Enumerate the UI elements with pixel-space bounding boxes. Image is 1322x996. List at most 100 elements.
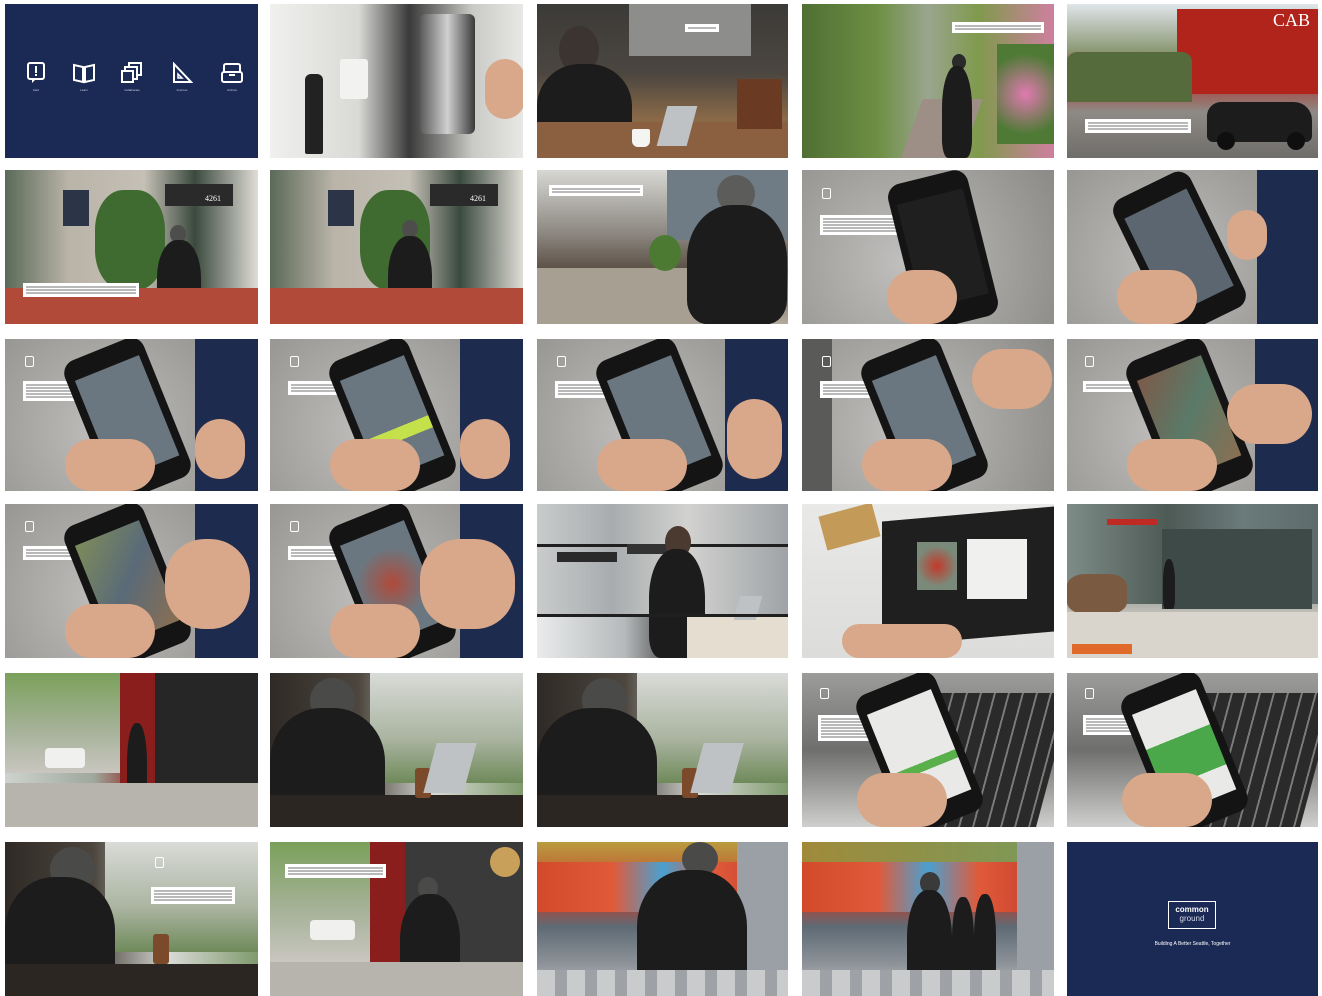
caption: [151, 887, 235, 904]
awning: [430, 184, 498, 206]
building-number: 4261: [470, 194, 486, 203]
photo-crosswalk-2: [802, 842, 1054, 996]
notice-sign: [63, 190, 89, 226]
hand: [862, 439, 952, 491]
photo-laptop-screen: [802, 504, 1054, 658]
shrub: [649, 235, 681, 271]
learn-icon: [290, 356, 299, 367]
title-icon-row: Alert Learn Collaborate Improve Archive: [5, 62, 258, 102]
crosswalk-stripes: [802, 970, 1054, 996]
photo-phone-keyboard-1: [802, 673, 1054, 827]
archive-icon: [221, 63, 243, 83]
tagline: Building A Better Seattle, Together: [1154, 941, 1231, 947]
sidewalk: [270, 962, 523, 996]
hand: [165, 539, 250, 629]
french-press: [420, 14, 475, 134]
caption: [685, 24, 719, 32]
collaborate-icon: [1085, 356, 1094, 367]
caption: [549, 185, 643, 196]
title-slide: Alert Learn Collaborate Improve Archive: [5, 4, 258, 158]
photo-man-laptop-cafe: [537, 4, 788, 158]
hand: [65, 604, 155, 658]
mug: [632, 129, 650, 147]
lamp: [490, 847, 520, 877]
photo-phone-learn-2: [537, 339, 788, 491]
jacket: [1257, 170, 1318, 324]
hedge: [1067, 52, 1192, 102]
learn-label: Learn: [80, 88, 88, 92]
counter: [270, 795, 523, 827]
photo-phone-collaborate-2: [5, 504, 258, 658]
alert-icon: [27, 62, 45, 83]
archive-icon: [155, 857, 164, 868]
archive-item: Archive: [217, 62, 247, 92]
glass-doors: [1162, 529, 1312, 609]
caption: [820, 215, 904, 235]
building-sign: CAB: [1273, 10, 1311, 30]
hand: [887, 270, 957, 324]
caption: [1085, 119, 1191, 133]
photo-cafe-laptop-archive: [5, 842, 258, 996]
wheel: [1287, 132, 1305, 150]
hand: [1127, 439, 1217, 491]
photo-phone-learn-3: [802, 339, 1054, 491]
improve-icon: [1085, 688, 1094, 699]
collaborate-icon: [290, 521, 299, 532]
photo-cafe-laptop-2: [537, 673, 788, 827]
photo-crosswalk-1: [537, 842, 788, 996]
person: [1163, 559, 1175, 609]
photo-sitting-planter: [537, 170, 788, 324]
barrier: [1072, 644, 1132, 654]
archive-label: Archive: [226, 88, 237, 92]
hand: [1117, 270, 1197, 324]
photo-phone-alert-1: [5, 339, 258, 491]
caption: [952, 22, 1044, 33]
photo-cafe-entrance: [5, 673, 258, 827]
vines: [95, 190, 165, 290]
caption: [285, 864, 386, 878]
hand: [420, 539, 515, 629]
hand: [460, 419, 510, 479]
hand: [857, 773, 947, 827]
collaborate-icon: [121, 62, 142, 83]
trees: [270, 842, 380, 962]
photo-phone-learn-1: [270, 339, 523, 491]
wheel: [1217, 132, 1235, 150]
alert-icon: [25, 356, 34, 367]
building-number: 4261: [205, 194, 221, 203]
notice-sign: [328, 190, 354, 226]
photo-building-sign-2: 4261: [270, 170, 523, 324]
hand: [842, 624, 962, 658]
debris-pile: [1067, 574, 1127, 614]
photo-phone-collaborate-3: [270, 504, 523, 658]
end-slide: common ground Building A Better Seattle,…: [1067, 842, 1318, 996]
hand: [485, 59, 523, 119]
sidewalk: [5, 783, 258, 827]
collaborate-icon: [25, 521, 34, 532]
counter: [5, 964, 258, 996]
photo-leaving-cafe: [270, 842, 523, 996]
improve-icon: [173, 62, 193, 83]
common-ground-logo: common ground: [1168, 901, 1216, 929]
hand: [1227, 384, 1312, 444]
improve-label: Improve: [176, 88, 188, 92]
collaborate-item: Collaborate: [117, 62, 147, 92]
chair: [737, 79, 782, 129]
counter: [537, 795, 788, 827]
improve-icon: [820, 688, 829, 699]
logo-line-2: ground: [1179, 914, 1205, 923]
photo-phone-collaborate-1: [1067, 339, 1318, 491]
photo-man-window-laptop: [537, 504, 788, 658]
truck: [310, 920, 355, 940]
hand: [65, 439, 155, 491]
storyboard-grid: Alert Learn Collaborate Improve Archive …: [0, 0, 1322, 996]
hand: [1122, 773, 1212, 827]
info-panel: [967, 539, 1027, 599]
alert-item: Alert: [21, 62, 51, 92]
photo-building-entrance: [1067, 504, 1318, 658]
learn-icon: [73, 63, 95, 84]
photo-walking-garden: [802, 4, 1054, 158]
photo-phone-splash: [802, 170, 1054, 324]
hand: [597, 439, 687, 491]
hand: [195, 419, 245, 479]
